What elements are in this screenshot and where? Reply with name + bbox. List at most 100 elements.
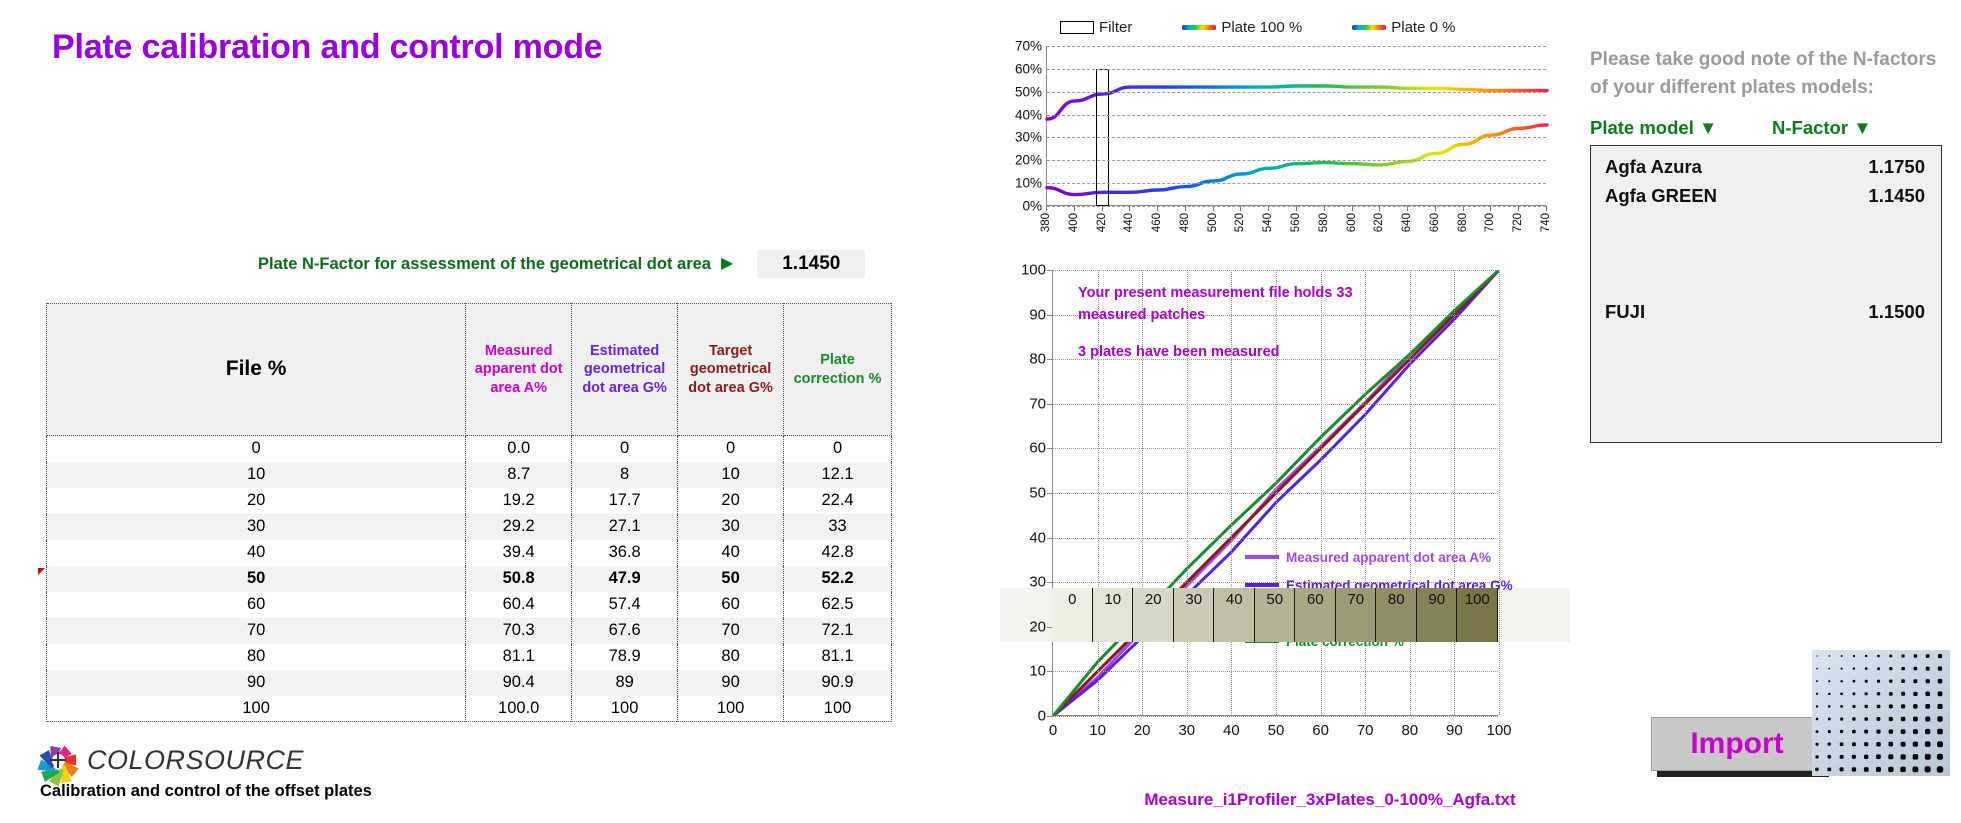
table-row[interactable]: 20 19.2 17.7 20 22.4 (45, 487, 892, 514)
halftone-dots (1812, 650, 1950, 776)
import-button[interactable]: Import (1651, 717, 1823, 771)
xy-y-tick (1047, 448, 1053, 450)
spectral-x-tick (1323, 206, 1325, 211)
spectral-y-tick-label: 40% (1014, 107, 1042, 123)
spectral-x-tick-label: 500 (1206, 213, 1219, 233)
xy-y-tick (1047, 270, 1053, 271)
legend-item-filter: Filter (1060, 19, 1132, 36)
xy-legend-label: Measured apparent dot area A% (1286, 549, 1492, 565)
cell-correction: 100 (783, 695, 892, 722)
legend-item-plate-0: Plate 0 % (1352, 19, 1455, 36)
n-factor-header[interactable]: N-Factor ▼ (1772, 117, 1872, 139)
spectral-x-tick (1129, 206, 1131, 211)
xy-y-tick (1047, 493, 1053, 494)
tint-patch-label: 100 (1464, 591, 1490, 608)
plate-list-row[interactable] (1605, 210, 1931, 239)
cell-file: 100 (45, 695, 467, 722)
tint-patch-label: 80 (1387, 591, 1405, 608)
cell-measured: 8.7 (465, 461, 573, 488)
column-header-file: File % (45, 303, 467, 436)
spectral-y-tick-label: 70% (1014, 38, 1042, 54)
cell-target: 0 (677, 435, 785, 462)
plate-models-list[interactable]: Agfa Azura 1.1750 Agfa GREEN 1.1450 FUJI 1.15… (1590, 145, 1942, 444)
xy-y-tick (1047, 403, 1053, 405)
column-header-measured: Measured apparent dot area A% (465, 303, 573, 436)
plate-n-factor-value: 1.1450 (1868, 184, 1925, 206)
column-header-estimated: Estimated geometrical dot area G% (571, 303, 679, 436)
xy-y-tick-label: 90 (1029, 306, 1046, 324)
xy-y-tick-label: 80 (1029, 350, 1046, 368)
spectral-x-tick-label: 580 (1317, 213, 1330, 233)
table-row[interactable]: 70 70.3 67.6 70 72.1 (45, 617, 892, 644)
tint-patch-label: 30 (1185, 591, 1203, 608)
table-row[interactable]: 50 50.8 47.9 50 52.2 (45, 565, 892, 592)
logo-crosshair-line (57, 752, 59, 768)
xy-y-tick-label: 70 (1029, 395, 1046, 413)
legend-swatch-icon (1245, 555, 1279, 559)
plate-list-row[interactable]: Agfa Azura 1.1750 (1605, 152, 1931, 181)
table-row[interactable]: 60 60.4 57.4 60 62.5 (45, 591, 892, 618)
xy-y-tick-label: 100 (1020, 261, 1046, 279)
xy-x-tick-label: 50 (1267, 722, 1285, 739)
cell-correction: 33 (783, 513, 892, 540)
cell-measured: 100.0 (465, 695, 573, 722)
spectral-y-tick-label: 20% (1014, 152, 1042, 168)
spectral-reflectance-chart: Filter Plate 100 % Plate 0 % 0% 10% 20% … (1000, 14, 1560, 254)
table-row[interactable]: 30 29.2 27.1 30 33 (45, 513, 892, 540)
rainbow-swatch-icon (1182, 24, 1217, 30)
xy-x-tick-label: 0 (1048, 722, 1058, 739)
table-row[interactable]: 0 0.0 0 0 0 (45, 435, 892, 462)
spectral-x-tick (1351, 206, 1353, 211)
plate-list-row[interactable] (1605, 239, 1931, 268)
spectral-x-tick (1379, 206, 1381, 211)
xy-y-tick (1047, 716, 1053, 717)
cell-file: 90 (45, 669, 467, 696)
table-row[interactable]: 10 8.7 8 10 12.1 (45, 461, 892, 488)
cell-file: 40 (45, 539, 467, 566)
plate-list-row[interactable]: FUJI 1.1500 (1605, 297, 1931, 326)
spectral-x-tick (1518, 206, 1520, 211)
table-row[interactable]: 100 100.0 100 100 100 (45, 695, 892, 722)
table-row[interactable]: 40 39.4 36.8 40 42.8 (45, 539, 892, 566)
cell-file: 70 (45, 617, 467, 644)
table-row[interactable]: 90 90.4 89 90 90.9 (45, 669, 892, 696)
cell-measured: 50.8 (465, 565, 573, 592)
colorsource-logo-block: COLORSOURCE Calibration and control of t… (40, 742, 372, 801)
plate-n-factor-value: 1.1500 (1868, 300, 1925, 322)
cell-target: 60 (677, 591, 785, 618)
note-line-1: Your present measurement file holds 33 m… (1078, 285, 1353, 324)
spectral-x-tick (1296, 206, 1297, 211)
tint-patch-label: 90 (1428, 591, 1446, 608)
plate-n-factor-value: 1.1750 (1868, 155, 1925, 177)
spectral-x-tick-label: 540 (1262, 213, 1275, 233)
brand-subtitle: Calibration and control of the offset pl… (40, 782, 372, 800)
xy-y-tick-label: 40 (1029, 529, 1046, 547)
spectral-y-tick-label: 10% (1014, 175, 1042, 191)
cell-measured: 90.4 (465, 669, 573, 696)
cell-estimated: 27.1 (571, 513, 679, 540)
legend-label-plate-0: Plate 0 % (1391, 18, 1456, 36)
note-line-2: 3 plates have been measured (1078, 343, 1280, 360)
plate-list-header: Plate model ▼ N-Factor ▼ (1590, 117, 1950, 139)
tint-gradient-strip: 0 10 20 30 40 50 60 70 80 90 100 (1000, 588, 1570, 642)
cell-estimated: 78.9 (571, 643, 679, 670)
spectral-x-tick-label: 720 (1512, 213, 1525, 233)
spectral-x-tick (1101, 206, 1103, 211)
cell-correction: 52.2 (783, 565, 892, 592)
table-row[interactable]: 80 81.1 78.9 80 81.1 (45, 643, 892, 670)
cell-file: 60 (45, 591, 467, 618)
tint-patch-label: 40 (1225, 591, 1243, 608)
plate-model-header[interactable]: Plate model ▼ (1590, 117, 1772, 139)
cell-target: 50 (677, 565, 785, 592)
plate-list-row[interactable]: Agfa GREEN 1.1450 (1605, 181, 1931, 210)
legend-label-plate-100: Plate 100 % (1221, 18, 1303, 36)
plate-model-name: Agfa GREEN (1605, 184, 1718, 206)
colorsource-aperture-icon (40, 742, 76, 778)
xy-x-tick-label: 20 (1133, 722, 1151, 739)
cell-file: 30 (45, 513, 467, 540)
cell-target: 100 (677, 695, 785, 722)
plate-n-factor-value[interactable]: 1.1450 (757, 250, 866, 278)
spectral-x-tick-label: 460 (1151, 213, 1164, 233)
spectral-y-tick-label: 60% (1014, 61, 1042, 77)
plate-list-row[interactable] (1605, 268, 1931, 297)
